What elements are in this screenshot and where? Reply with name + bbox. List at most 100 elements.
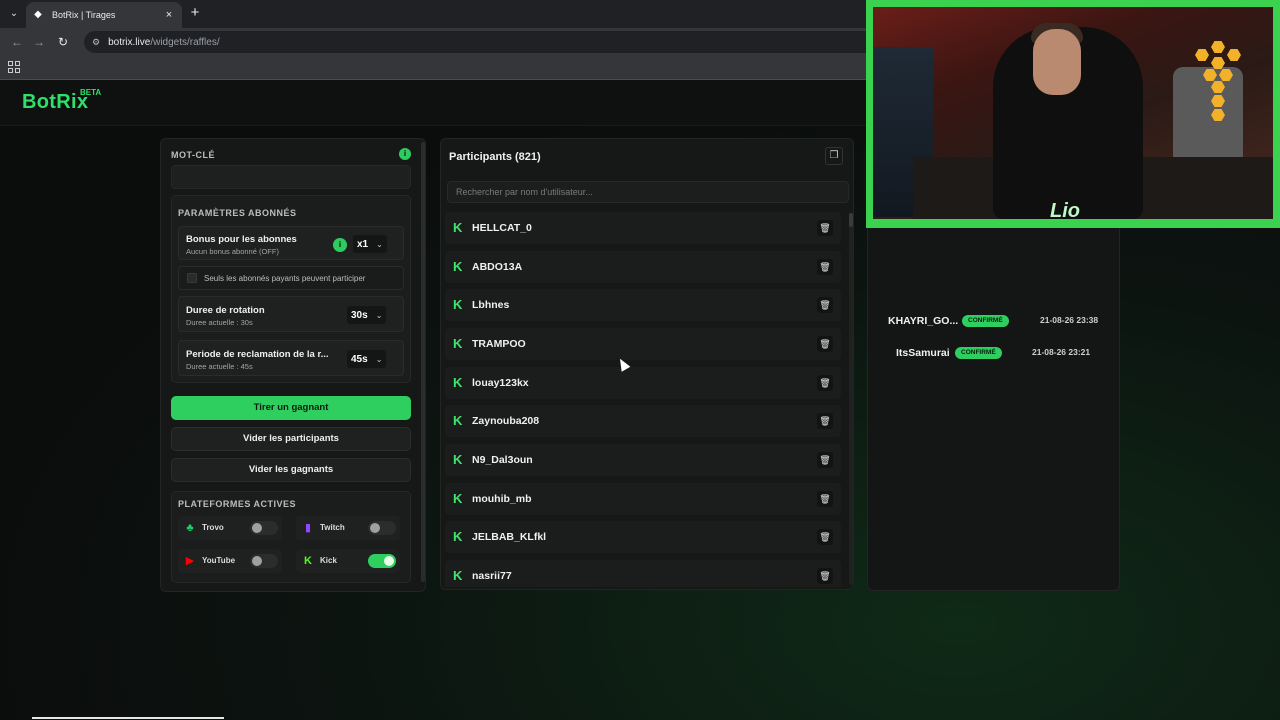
video-progress-line [32,717,224,719]
subscriber-bonus-row: Bonus pour les abonnes Aucun bonus abonn… [178,226,404,260]
chevron-down-icon: ⌄ [376,239,383,249]
winner-date: 21-08-26 23:21 [1032,347,1091,357]
claim-select[interactable]: 45s ⌄ [347,350,387,368]
kick-icon: K [453,297,463,312]
paid-subscribers-only-row[interactable]: Seuls les abonnés payants peuvent partic… [178,266,404,290]
bonus-title: Bonus pour les abonnes [186,234,297,245]
participant-name: JELBAB_KLfkl [472,531,547,543]
trash-icon[interactable]: 🗑 [817,452,833,468]
active-platforms-label: PLATEFORMES ACTIVES [178,499,297,509]
trash-icon[interactable]: 🗑 [817,336,833,352]
browser-tab[interactable]: ◆ BotRix | Tirages × [26,2,182,28]
kick-icon: K [453,220,463,235]
trash-icon[interactable]: 🗑 [817,220,833,236]
tab-title: BotRix | Tirages [52,10,116,20]
rotation-subtitle: Duree actuelle : 30s [186,318,253,327]
status-badge: CONFIRMÉ [955,347,1002,359]
trash-icon[interactable]: 🗑 [817,529,833,545]
copy-icon[interactable]: ❐ [825,147,843,165]
participant-name: ABDO13A [472,261,523,273]
platform-name: YouTube [202,556,236,565]
kick-icon: K [453,529,463,544]
forward-arrow-icon[interactable]: → [32,35,46,49]
trash-icon[interactable]: 🗑 [817,491,833,507]
kick-icon: K [453,413,463,428]
paid-only-checkbox[interactable] [187,273,197,283]
keyword-info-icon[interactable]: i [399,148,411,160]
participant-name: nasrii77 [472,570,512,582]
winner-row: ItsSamurai CONFIRMÉ 21-08-26 23:21 [880,341,1106,365]
platform-twitch: ▮ Twitch [296,516,400,540]
apps-grid-icon[interactable] [8,61,20,73]
kick-toggle[interactable] [368,554,396,568]
participant-row: K ABDO13A 🗑 [445,251,841,283]
participants-title: Participants (821) [449,151,541,163]
raffle-settings-panel: MOT-CLÉ i PARAMÈTRES ABONNÉS Bonus pour … [160,138,426,592]
twitch-toggle[interactable] [368,521,396,535]
claim-subtitle: Duree actuelle : 45s [186,362,253,371]
rotation-title: Duree de rotation [186,305,265,316]
platform-name: Kick [320,556,337,565]
participant-row: K TRAMPOO 🗑 [445,328,841,360]
status-badge: CONFIRMÉ [962,315,1009,327]
kick-icon: K [304,555,312,567]
kick-icon: K [453,336,463,351]
trash-icon[interactable]: 🗑 [817,413,833,429]
kick-icon: K [453,452,463,467]
participant-row: K Zaynouba208 🗑 [445,405,841,437]
reload-icon[interactable]: ↻ [56,35,70,49]
clear-participants-button[interactable]: Vider les participants [171,427,411,451]
bonus-info-icon[interactable]: i [333,238,347,252]
participants-list: K HELLCAT_0 🗑 K ABDO13A 🗑 K Lbhnes 🗑 K TRAMPOO 🗑… [445,212,843,587]
claim-period-row: Periode de reclamation de la r... Duree … [178,340,404,376]
beta-badge: BETA [80,88,102,97]
keyword-input[interactable] [171,165,411,189]
rotation-select[interactable]: 30s ⌄ [347,306,387,324]
draw-winner-button[interactable]: Tirer un gagnant [171,396,411,420]
participant-row: Kmouhib_mb 🗑 [445,483,841,515]
trash-icon[interactable]: 🗑 [817,259,833,275]
clear-winners-button[interactable]: Vider les gagnants [171,458,411,482]
participants-scrollbar[interactable] [849,213,853,585]
back-arrow-icon[interactable]: ← [10,35,24,49]
platform-trovo: ♣ Trovo [178,516,282,540]
paid-only-label: Seuls les abonnés payants peuvent partic… [204,274,366,283]
bonus-subtitle: Aucun bonus abonné (OFF) [186,247,279,256]
trash-icon[interactable]: 🗑 [817,297,833,313]
participant-row: K Lbhnes 🗑 [445,289,841,321]
participant-row: Knasrii77 🗑 [445,560,841,587]
winners-panel: KHAYRI_GO... CONFIRMÉ 21-08-26 23:38 Its… [867,220,1120,591]
active-platforms-box: PLATEFORMES ACTIVES ♣ Trovo ▮ Twitch ▶ Y… [171,491,411,583]
tab-close-icon[interactable]: × [162,9,176,21]
youtube-icon: ▶ [185,555,195,567]
participant-row: Klouay123kx 🗑 [445,367,841,399]
participant-name: mouhib_mb [472,493,532,505]
bonus-value: x1 [357,238,369,250]
bonus-select[interactable]: x1 ⌄ [353,235,387,253]
settings-scrollbar[interactable] [421,142,425,582]
trovo-toggle[interactable] [250,521,278,535]
trash-icon[interactable]: 🗑 [817,568,833,584]
url-path: /widgets/raffles/ [150,36,220,48]
botrix-favicon-icon: ◆ [34,9,42,20]
url-host: botrix.live [108,36,151,48]
new-tab-button[interactable]: + [188,5,202,21]
participant-name: HELLCAT_0 [472,222,532,234]
tab-search-chevron-icon[interactable]: ⌄ [6,6,22,22]
trovo-icon: ♣ [186,522,194,534]
platform-name: Twitch [320,523,345,532]
participant-row: K JELBAB_KLfkl 🗑 [445,521,841,553]
winner-name: ItsSamurai [896,347,950,359]
trash-icon[interactable]: 🗑 [817,375,833,391]
botrix-logo[interactable]: BotRix [22,91,88,114]
participants-panel: Participants (821) ❐ K HELLCAT_0 🗑 K ABDO13… [440,138,854,590]
webcam-logo-text: Lio [1050,200,1080,222]
participant-search-input[interactable] [447,181,849,203]
address-bar[interactable]: ⚙ botrix.live/widgets/raffles/ [84,31,884,53]
site-settings-icon[interactable]: ⚙ [92,37,100,48]
rotation-value: 30s [351,309,368,321]
webcam-overlay: Lio [866,0,1280,228]
platform-kick: K Kick [296,549,400,573]
youtube-toggle[interactable] [250,554,278,568]
kick-icon: K [453,375,463,390]
